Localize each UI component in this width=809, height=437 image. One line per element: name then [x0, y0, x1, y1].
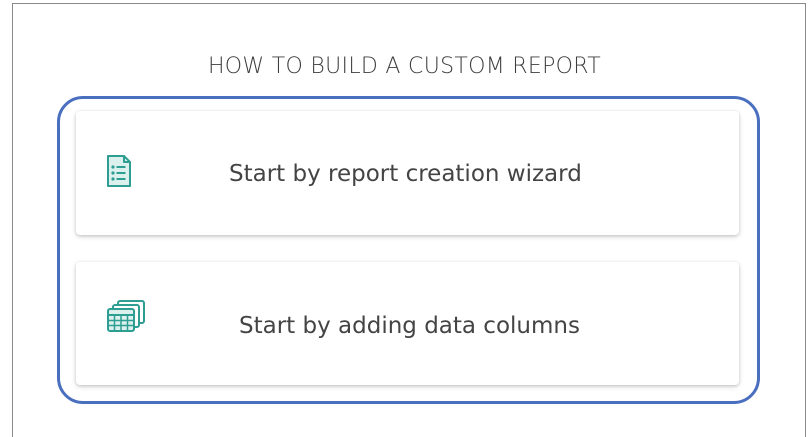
page-title: HOW TO BUILD A CUSTOM REPORT [207, 54, 602, 79]
data-columns-option[interactable]: Start by adding data columns [76, 262, 739, 385]
report-wizard-option[interactable]: Start by report creation wizard [76, 111, 739, 235]
report-wizard-label: Start by report creation wizard [229, 161, 582, 187]
report-list-icon [106, 154, 132, 192]
data-columns-label: Start by adding data columns [239, 313, 580, 339]
data-columns-icon [106, 298, 146, 338]
